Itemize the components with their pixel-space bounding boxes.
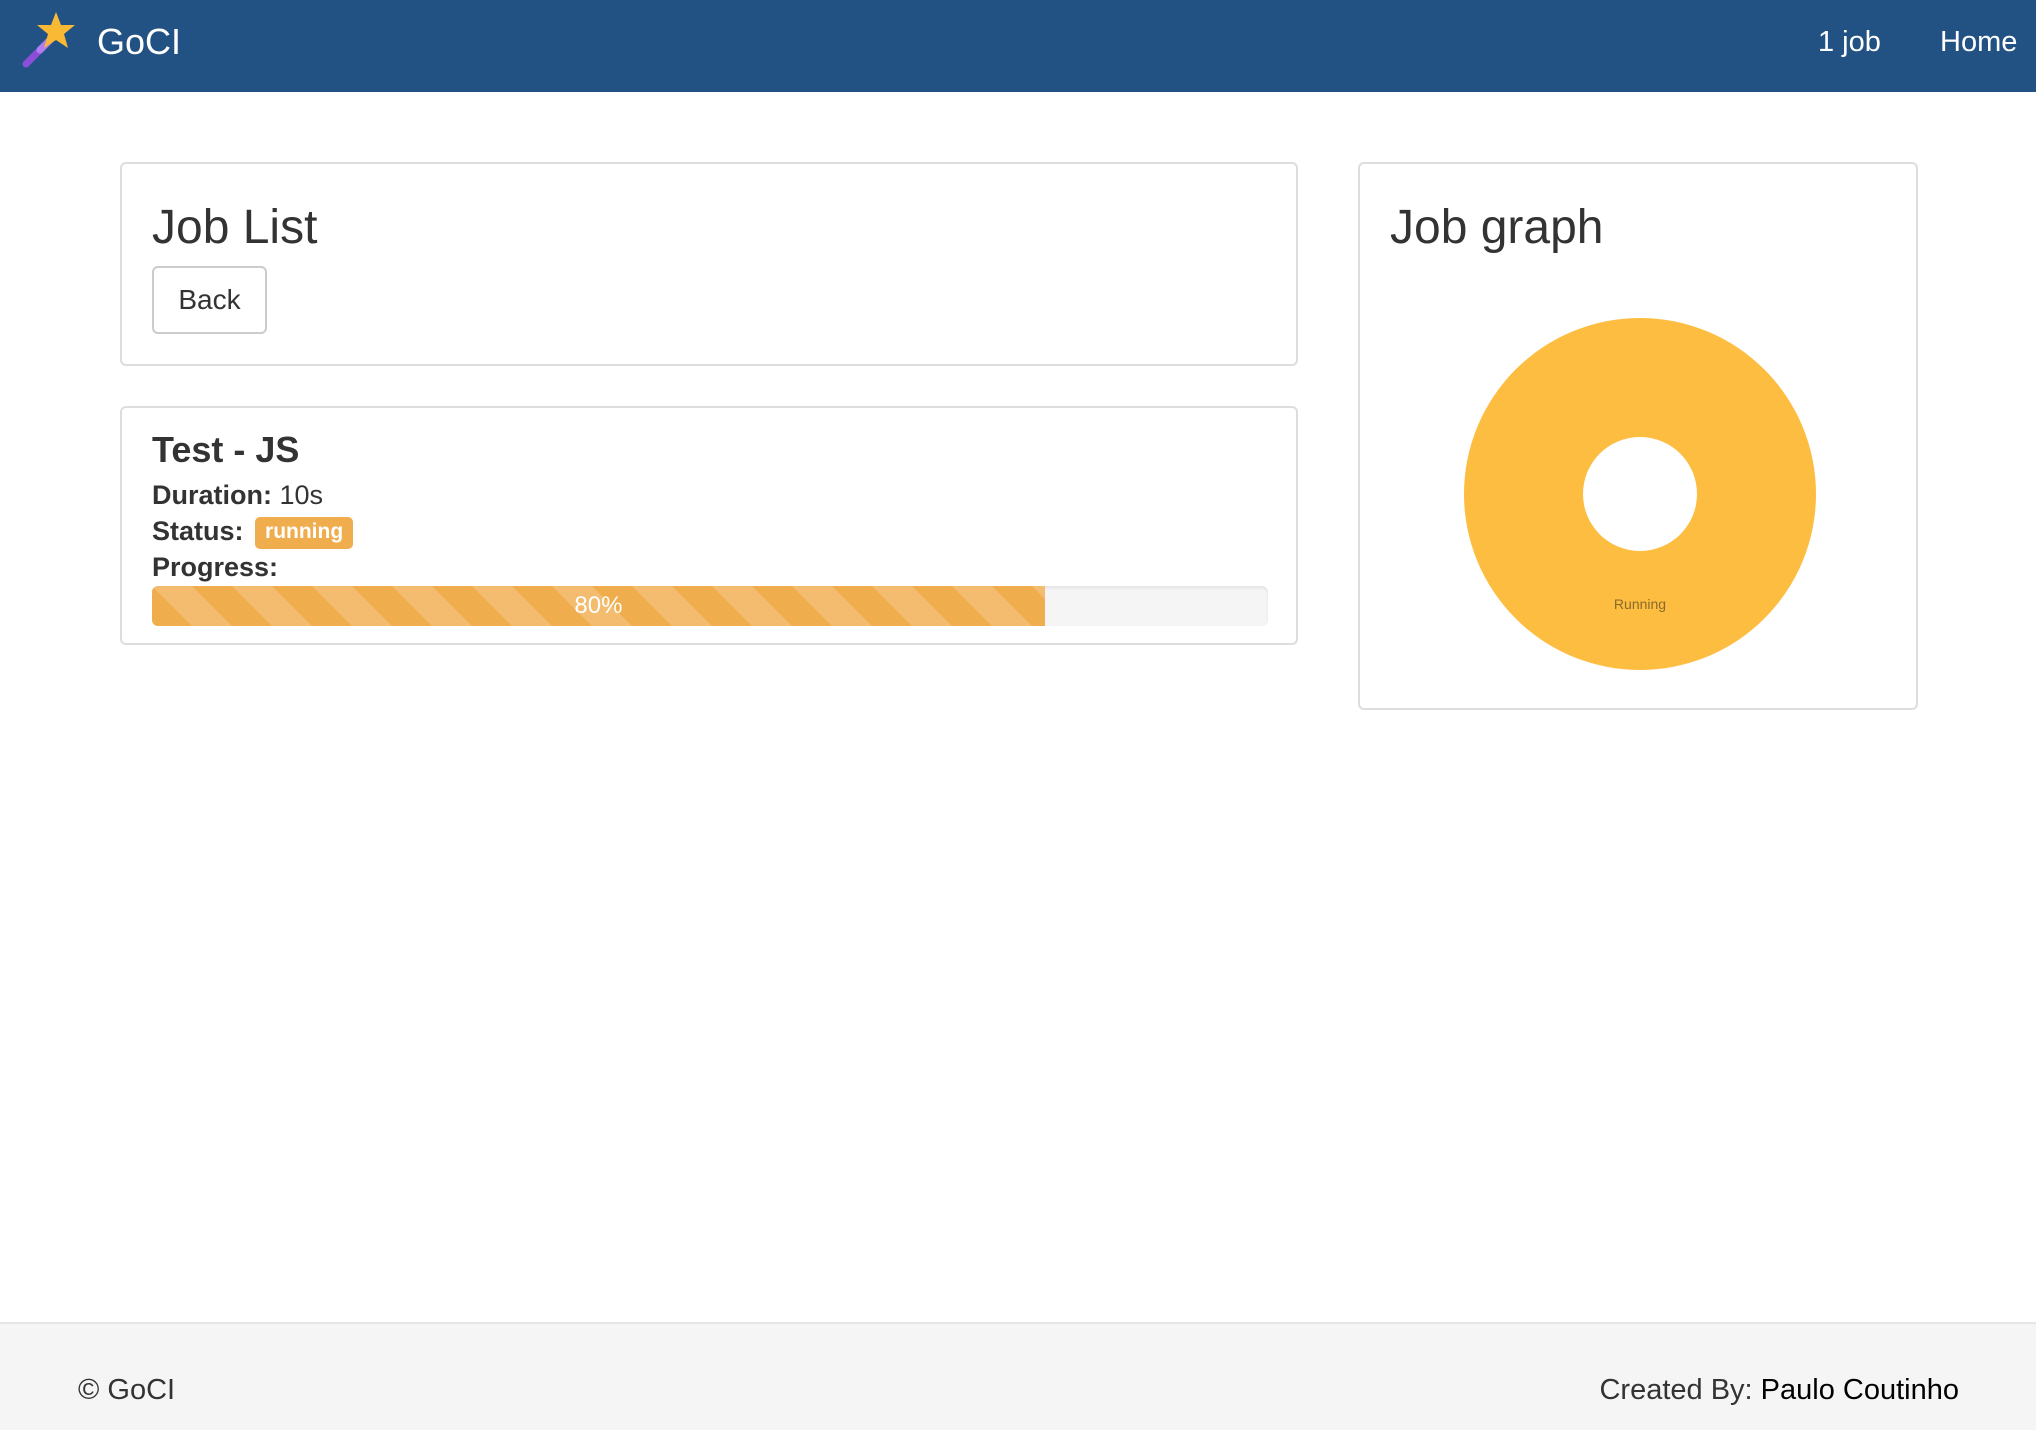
job-list-title: Job List <box>152 201 318 254</box>
donut-slice-label: Running <box>1614 596 1666 612</box>
progress-label: Progress: <box>152 552 279 582</box>
footer-author: Paulo Coutinho <box>1760 1374 1959 1406</box>
nav-job-count-link[interactable]: 1 job <box>1818 24 1881 60</box>
footer-copyright: © GoCI <box>78 1374 176 1406</box>
job-status-row: Status: running <box>152 514 354 549</box>
job-graph-card: Job graph Running <box>1358 162 1918 710</box>
job-list-card: Job List Back <box>120 162 1298 366</box>
progress-bar: 80% <box>152 586 1268 626</box>
duration-label: Duration: <box>152 480 272 510</box>
footer-credits: Created By: Paulo Coutinho <box>1599 1372 1959 1408</box>
magic-wand-star-icon[interactable] <box>20 10 80 70</box>
navbar: GoCI 1 job Home <box>0 0 2036 92</box>
status-label: Status: <box>152 516 244 546</box>
status-badge: running <box>255 517 354 549</box>
duration-value: 10s <box>279 480 324 510</box>
job-name: Test - JS <box>152 429 300 470</box>
nav-home-link[interactable]: Home <box>1940 24 2017 60</box>
back-button[interactable]: Back <box>152 266 267 334</box>
donut-slice-running[interactable] <box>1464 318 1816 670</box>
progress-percent-text: 80% <box>574 592 623 619</box>
progress-bar-fill: 80% <box>152 586 1045 626</box>
job-status-donut-chart: Running <box>1464 318 1816 670</box>
brand-name[interactable]: GoCI <box>97 22 181 62</box>
job-duration-row: Duration: 10s <box>152 478 323 512</box>
footer-created-by-label: Created By: <box>1599 1374 1753 1406</box>
footer: © GoCI Created By: Paulo Coutinho <box>0 1322 2036 1430</box>
job-card: Test - JS Duration: 10s Status: running … <box>120 406 1298 645</box>
job-progress-row: Progress: <box>152 550 278 584</box>
